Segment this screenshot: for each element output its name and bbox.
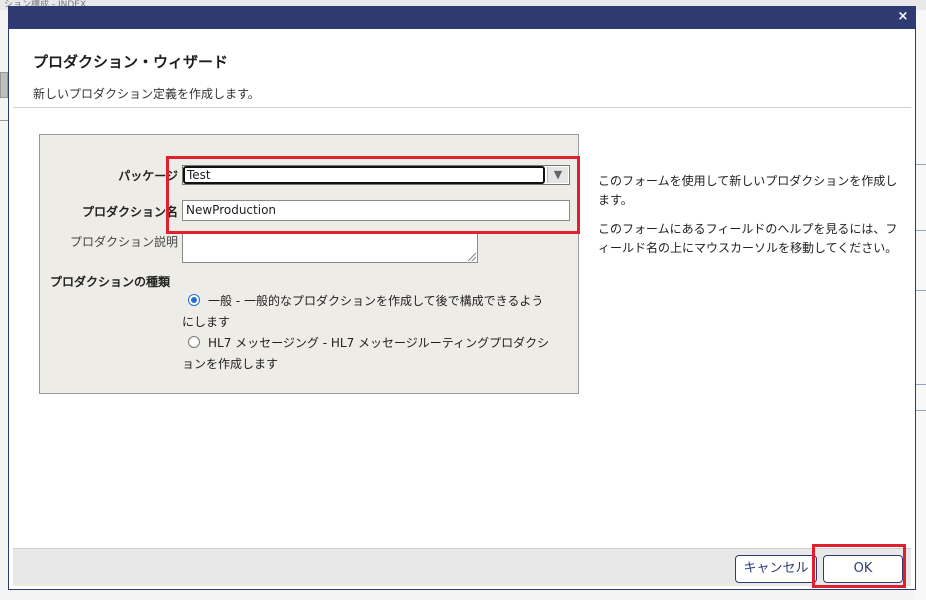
production-name-label: プロダクション名: [81, 205, 178, 219]
production-description-textarea[interactable]: [182, 233, 478, 263]
help-text: このフォームを使用して新しいプロダクションを作成します。 このフォームにあるフィ…: [598, 172, 904, 268]
help-line-1: このフォームを使用して新しいプロダクションを作成します。: [598, 174, 898, 207]
option-general-label[interactable]: 一般 - 一般的なプロダクションを作成して後で構成できるようにします: [182, 291, 552, 333]
production-type-label: プロダクションの種類: [50, 275, 171, 289]
dialog-titlebar[interactable]: ×: [9, 7, 915, 29]
highlight-box-fields: [166, 156, 580, 234]
production-wizard-dialog: × プロダクション・ウィザード 新しいプロダクション定義を作成します。 パッケー…: [8, 6, 916, 590]
option-hl7-label[interactable]: HL7 メッセージング - HL7 メッセージルーティングプロダクションを作成し…: [182, 333, 552, 375]
cancel-button[interactable]: キャンセル: [735, 555, 817, 583]
wizard-header: プロダクション・ウィザード 新しいプロダクション定義を作成します。: [13, 29, 911, 108]
highlight-box-ok: [812, 544, 906, 588]
page-subtitle: 新しいプロダクション定義を作成します。: [33, 87, 260, 101]
resize-grip-icon[interactable]: [468, 253, 476, 261]
help-line-2: このフォームにあるフィールドのヘルプを見るには、フィールド名の上にマウスカーソル…: [598, 222, 898, 255]
close-icon[interactable]: ×: [895, 9, 911, 25]
dialog-footer: キャンセル OK: [13, 548, 911, 586]
production-description-label: プロダクション説明: [69, 235, 178, 249]
package-label: パッケージ: [118, 169, 178, 183]
page-title: プロダクション・ウィザード: [33, 53, 229, 71]
background-toolbar-strip: [0, 72, 8, 98]
